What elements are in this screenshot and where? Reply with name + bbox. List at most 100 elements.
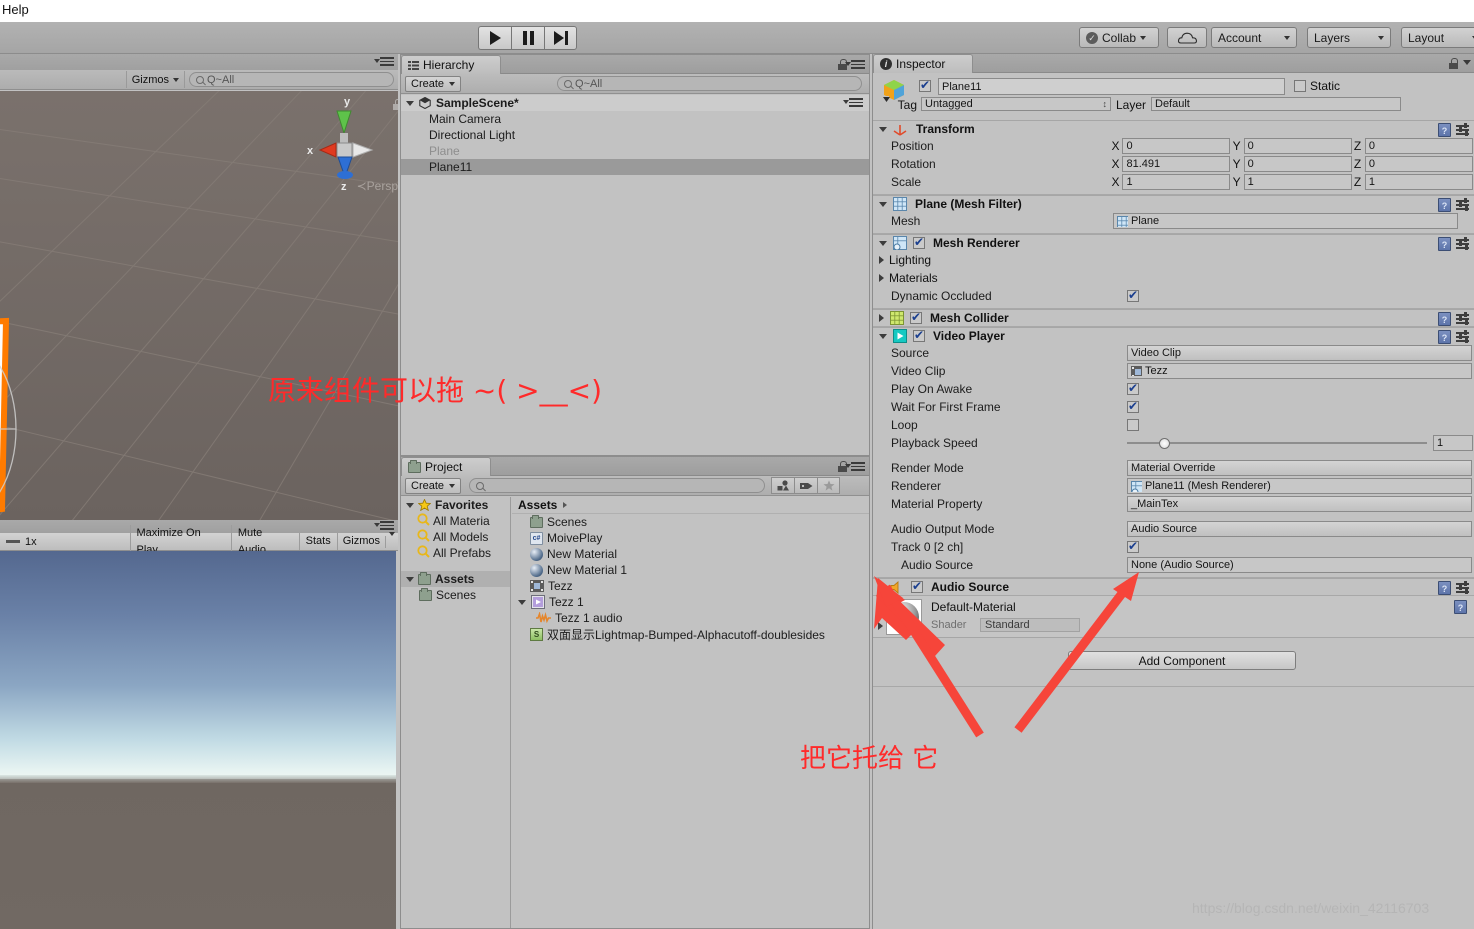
video-player-video-clip-field[interactable]: Tezz: [1127, 363, 1472, 379]
video-player-renderer-field[interactable]: Plane11 (Mesh Renderer): [1127, 478, 1472, 494]
layers-button[interactable]: Layers: [1307, 27, 1391, 48]
gameobject-enabled-checkbox[interactable]: [919, 78, 931, 92]
playback-speed-slider[interactable]: [1127, 435, 1427, 451]
project-file-item[interactable]: New Material 1: [512, 562, 869, 578]
video-player-enabled-checkbox[interactable]: [913, 328, 925, 342]
component-header-video-player[interactable]: Video Player?: [873, 327, 1474, 344]
project-create-button[interactable]: Create: [405, 477, 462, 494]
project-tree-scenes[interactable]: Scenes: [401, 587, 510, 603]
layer-dropdown[interactable]: Default: [1151, 97, 1401, 111]
material-preview-block[interactable]: Default-Material Shader Standard?: [873, 596, 1474, 638]
static-toggle[interactable]: Static: [1294, 79, 1340, 93]
help-icon[interactable]: ?: [1438, 581, 1451, 595]
help-icon[interactable]: ?: [1438, 123, 1451, 137]
transform-position-y-field[interactable]: 0: [1243, 138, 1352, 154]
video-player-play-on-awake-checkbox[interactable]: [1127, 381, 1139, 395]
mesh-object-field[interactable]: Plane: [1113, 213, 1458, 229]
project-favorite-all-prefabs[interactable]: All Prefabs: [401, 545, 510, 561]
chevron-right-icon[interactable]: [879, 314, 884, 322]
transform-rotation-x-field[interactable]: 81.491: [1122, 156, 1231, 172]
filter-by-type-icon[interactable]: [771, 477, 795, 494]
mesh-renderer-enabled-checkbox[interactable]: [913, 235, 925, 249]
mesh-renderer-materials-row[interactable]: Materials: [873, 269, 1474, 287]
static-checkbox[interactable]: [1294, 80, 1306, 92]
project-file-item[interactable]: Tezz 1: [512, 594, 869, 610]
chevron-down-icon[interactable]: [879, 240, 887, 246]
scene-lock-icon[interactable]: [393, 99, 398, 110]
add-component-button[interactable]: Add Component: [1068, 651, 1296, 670]
inspector-menu-icon[interactable]: [1463, 60, 1471, 65]
component-header-mesh-filter[interactable]: Plane (Mesh Filter)?: [873, 195, 1474, 212]
transform-scale-z-field[interactable]: 1: [1364, 174, 1473, 190]
hierarchy-search-input[interactable]: Q~All: [557, 76, 863, 91]
video-player-audio-source-field[interactable]: None (Audio Source): [1127, 557, 1472, 573]
step-button[interactable]: [544, 26, 577, 50]
project-sidebar[interactable]: Favorites All Materia All Models All Prefa…: [401, 497, 511, 928]
project-search-input[interactable]: [469, 478, 766, 493]
tab-inspector[interactable]: i Inspector: [873, 54, 973, 73]
video-player-material-property-dropdown[interactable]: _MainTex: [1127, 496, 1472, 512]
help-icon[interactable]: ?: [1438, 330, 1451, 344]
video-player-render-mode-dropdown[interactable]: Material Override: [1127, 460, 1472, 476]
transform-position-x-field[interactable]: 0: [1122, 138, 1231, 154]
chevron-right-icon[interactable]: [879, 583, 884, 591]
chevron-down-icon[interactable]: [879, 201, 887, 207]
pause-button[interactable]: [511, 26, 544, 50]
playback-speed-field[interactable]: 1: [1433, 435, 1473, 451]
inspector-lock-icon[interactable]: [1449, 58, 1458, 69]
component-header-mesh-renderer[interactable]: Mesh Renderer?: [873, 234, 1474, 251]
tag-dropdown[interactable]: Untagged ↕: [921, 97, 1111, 111]
mesh-collider-enabled-checkbox[interactable]: [910, 310, 922, 324]
preset-icon[interactable]: [1456, 198, 1469, 211]
preset-icon[interactable]: [1456, 123, 1469, 136]
project-file-item[interactable]: Scenes: [512, 514, 869, 530]
hierarchy-scene-row[interactable]: SampleScene*: [401, 95, 869, 111]
game-gizmos-button[interactable]: Gizmos: [336, 533, 385, 550]
video-player-wait-for-first-frame-checkbox[interactable]: [1127, 399, 1139, 413]
help-icon[interactable]: ?: [1454, 600, 1467, 614]
chevron-down-icon[interactable]: [879, 333, 887, 339]
favorites-star-icon[interactable]: [817, 477, 841, 494]
chevron-right-icon[interactable]: [878, 622, 883, 630]
filter-by-label-icon[interactable]: [794, 477, 818, 494]
chevron-down-icon[interactable]: [406, 100, 414, 106]
component-header-audio-source[interactable]: Audio Source?: [873, 578, 1474, 595]
scene-view-menu-icon[interactable]: [374, 57, 394, 67]
play-button[interactable]: [478, 26, 511, 50]
project-file-item[interactable]: Tezz: [512, 578, 869, 594]
project-favorite-all-materia[interactable]: All Materia: [401, 513, 510, 529]
tab-hierarchy[interactable]: Hierarchy: [401, 55, 501, 74]
chevron-down-icon[interactable]: [406, 502, 414, 508]
layout-button[interactable]: Layout: [1401, 27, 1474, 48]
hierarchy-create-button[interactable]: Create: [405, 75, 462, 92]
menu-item-help[interactable]: Help: [2, 2, 29, 17]
scene-viewport[interactable]: y x z ≺Persp: [0, 91, 398, 520]
transform-position-z-field[interactable]: 0: [1364, 138, 1473, 154]
scene-view-gizmo[interactable]: y x z ≺Persp: [300, 91, 398, 206]
stats-button[interactable]: Stats: [298, 533, 337, 550]
breadcrumb[interactable]: Assets: [512, 497, 869, 514]
scene-context-menu-icon[interactable]: [843, 98, 863, 108]
preset-icon[interactable]: [1456, 237, 1469, 250]
tab-project[interactable]: Project: [401, 457, 491, 476]
project-browser[interactable]: Assets Scenes c# MoivePlay New Material New …: [512, 497, 869, 928]
transform-scale-x-field[interactable]: 1: [1122, 174, 1231, 190]
account-button[interactable]: Account: [1211, 27, 1297, 48]
game-view-menu-icon[interactable]: [374, 521, 394, 531]
scene-search-input[interactable]: Q~All: [189, 72, 394, 87]
hierarchy-item-directional-light[interactable]: Directional Light: [401, 127, 869, 143]
hierarchy-menu-icon[interactable]: [845, 60, 865, 70]
preset-icon[interactable]: [1456, 581, 1469, 594]
preset-icon[interactable]: [1456, 330, 1469, 343]
hierarchy-item-plane[interactable]: Plane: [401, 143, 869, 159]
project-file-item[interactable]: New Material: [512, 546, 869, 562]
shader-value[interactable]: Standard: [980, 618, 1080, 632]
collab-button[interactable]: ✓ Collab: [1079, 27, 1159, 48]
project-assets-header[interactable]: Assets: [401, 571, 510, 587]
project-file-item[interactable]: c# MoivePlay: [512, 530, 869, 546]
game-scale-slider[interactable]: 1x: [0, 536, 130, 548]
selected-plane-object[interactable]: [0, 279, 58, 520]
hierarchy-item-main-camera[interactable]: Main Camera: [401, 111, 869, 127]
audio-source-enabled-checkbox[interactable]: [911, 579, 923, 593]
cloud-button[interactable]: [1167, 27, 1207, 48]
